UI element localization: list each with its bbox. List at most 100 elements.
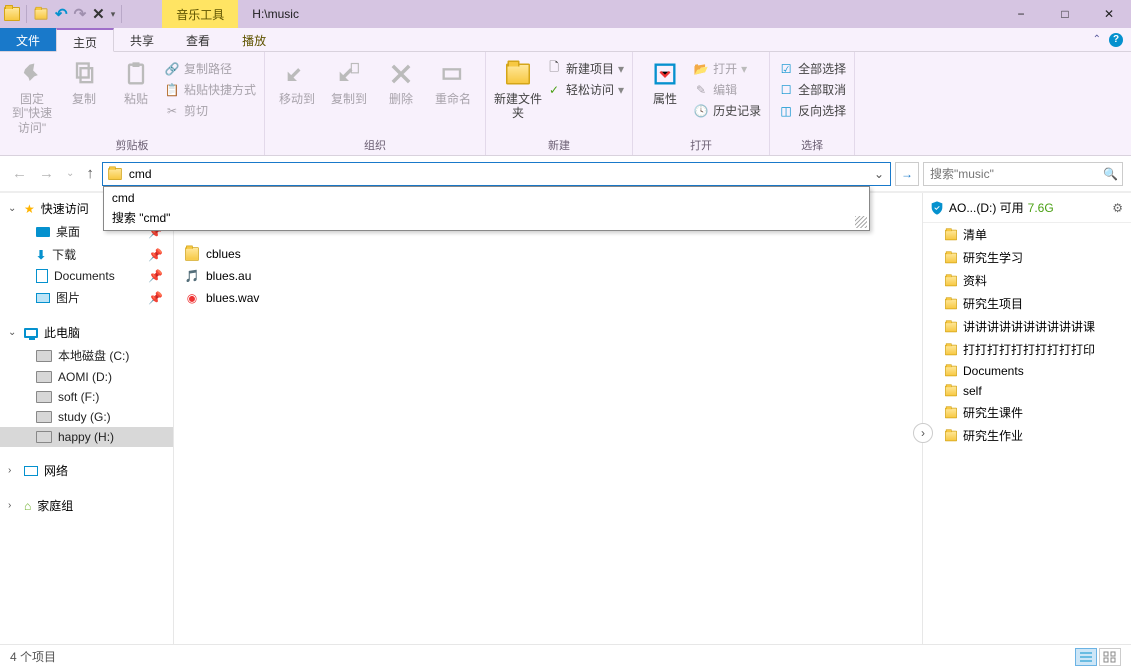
maximize-button[interactable]: □ xyxy=(1043,0,1087,28)
pane-folder-item[interactable]: self xyxy=(923,381,1131,401)
group-organize-label: 组织 xyxy=(273,137,477,155)
suggest-item[interactable]: 搜索 "cmd" xyxy=(104,207,869,228)
pin-to-quick-button[interactable]: 固定到"快速访问" xyxy=(8,58,56,135)
back-button[interactable]: ← xyxy=(8,165,31,182)
tab-view[interactable]: 查看 xyxy=(170,28,226,51)
tab-share[interactable]: 共享 xyxy=(114,28,170,51)
folder-icon xyxy=(945,298,957,309)
view-details-button[interactable] xyxy=(1075,648,1097,666)
file-item[interactable]: 🎵blues.au xyxy=(174,265,922,287)
invert-selection-button[interactable]: ◫反向选择 xyxy=(778,102,846,119)
properties-button[interactable]: 属性 xyxy=(641,58,689,106)
navigation-pane[interactable]: ⌄★快速访问 桌面📌 ⬇下载📌 Documents📌 图片📌 ⌄此电脑 本地磁盘… xyxy=(0,193,174,644)
select-all-button[interactable]: ☑全部选择 xyxy=(778,60,846,77)
qat-new-icon[interactable] xyxy=(35,8,48,19)
delete-button[interactable]: 删除 xyxy=(377,58,425,106)
redo-icon[interactable]: ↷ xyxy=(74,5,87,23)
group-select-label: 选择 xyxy=(778,137,846,155)
folder-icon xyxy=(945,366,957,377)
copy-button[interactable]: 复制 xyxy=(60,58,108,106)
nav-drive-f[interactable]: soft (F:) xyxy=(0,387,173,407)
address-dropdown-icon[interactable]: ⌄ xyxy=(868,167,890,181)
help-icon[interactable]: ? xyxy=(1109,33,1123,47)
close-button[interactable]: ✕ xyxy=(1087,0,1131,28)
audio-icon: 🎵 xyxy=(184,268,200,284)
pane-header-text: AO...(D:) 可用 xyxy=(949,199,1024,216)
folder-icon xyxy=(945,229,957,240)
suggest-item[interactable]: cmd xyxy=(104,189,869,207)
up-button[interactable]: ↑ xyxy=(82,165,98,182)
pane-folder-item[interactable]: 研究生学习 xyxy=(923,246,1131,269)
download-icon: ⬇ xyxy=(36,248,46,262)
file-item[interactable]: ◉blues.wav xyxy=(174,287,922,309)
undo-icon[interactable]: ↶ xyxy=(55,5,68,23)
resize-grip[interactable] xyxy=(855,216,867,228)
pane-folder-item[interactable]: 清单 xyxy=(923,223,1131,246)
search-input[interactable] xyxy=(928,166,1103,182)
search-box[interactable]: 🔍 xyxy=(923,162,1123,186)
copy-path-button[interactable]: 🔗复制路径 xyxy=(164,60,256,77)
history-button[interactable]: 🕓历史记录 xyxy=(693,102,761,119)
nav-documents[interactable]: Documents📌 xyxy=(0,266,173,286)
tab-file[interactable]: 文件 xyxy=(0,28,56,51)
select-none-button[interactable]: ☐全部取消 xyxy=(778,81,846,98)
recent-dropdown-icon[interactable]: ⌄ xyxy=(62,168,78,179)
copy-label: 复制 xyxy=(72,92,96,106)
info-pane: AO...(D:) 可用 7.6G ⚙ 清单 研究生学习 资料 研究生项目 讲讲… xyxy=(923,193,1131,644)
easy-access-button[interactable]: ✓轻松访问▾ xyxy=(546,81,624,98)
gear-icon[interactable]: ⚙ xyxy=(1112,201,1123,215)
nav-downloads[interactable]: ⬇下载📌 xyxy=(0,243,173,266)
nav-drive-g[interactable]: study (G:) xyxy=(0,407,173,427)
pane-folder-item[interactable]: Documents xyxy=(923,361,1131,381)
minimize-button[interactable]: − xyxy=(999,0,1043,28)
go-button[interactable]: → xyxy=(895,162,919,186)
open-button[interactable]: 📂打开▾ xyxy=(693,60,761,77)
pane-folder-item[interactable]: 研究生项目 xyxy=(923,292,1131,315)
file-list[interactable]: cblues 🎵blues.au ◉blues.wav xyxy=(174,193,923,644)
new-folder-button[interactable]: 新建文件夹 xyxy=(494,58,542,121)
tab-play[interactable]: 播放 xyxy=(226,28,282,51)
pane-folder-item[interactable]: 资料 xyxy=(923,269,1131,292)
search-icon[interactable]: 🔍 xyxy=(1103,167,1118,181)
delete-qat-icon[interactable]: ✕ xyxy=(92,5,105,23)
folder-icon xyxy=(945,407,957,418)
file-item[interactable]: cblues xyxy=(174,243,922,265)
pictures-icon xyxy=(36,293,50,303)
this-pc-header[interactable]: ⌄此电脑 xyxy=(0,321,173,344)
move-to-button[interactable]: 移动到 xyxy=(273,58,321,106)
address-input[interactable] xyxy=(127,163,868,185)
homegroup-header[interactable]: ›⌂家庭组 xyxy=(0,494,173,517)
nav-pictures[interactable]: 图片📌 xyxy=(0,286,173,309)
pane-folder-item[interactable]: 研究生作业 xyxy=(923,424,1131,447)
new-item-button[interactable]: 🗋新建项目▾ xyxy=(546,60,624,77)
forward-button[interactable]: → xyxy=(35,165,58,182)
nav-drive-h[interactable]: happy (H:) xyxy=(0,427,173,447)
nav-drive-d[interactable]: AOMI (D:) xyxy=(0,367,173,387)
group-new-label: 新建 xyxy=(494,137,624,155)
star-icon: ★ xyxy=(24,202,35,216)
copyto-label: 复制到 xyxy=(331,92,367,106)
address-bar[interactable]: ⌄ cmd 搜索 "cmd" xyxy=(102,162,891,186)
collapse-ribbon-icon[interactable]: ⌃ xyxy=(1093,34,1101,45)
cut-button[interactable]: ✂剪切 xyxy=(164,102,256,119)
paste-shortcut-button[interactable]: 📋粘贴快捷方式 xyxy=(164,81,256,98)
qat-dropdown-icon[interactable]: ▾ xyxy=(111,9,116,20)
pane-folder-item[interactable]: 打打打打打打打打打打印 xyxy=(923,338,1131,361)
pane-folder-item[interactable]: 讲讲讲讲讲讲讲讲讲讲课 xyxy=(923,315,1131,338)
edit-button[interactable]: ✎编辑 xyxy=(693,81,761,98)
collapse-pane-icon[interactable]: › xyxy=(913,423,933,443)
drive-icon xyxy=(36,350,52,362)
paste-button[interactable]: 粘贴 xyxy=(112,58,160,106)
group-clipboard-label: 剪贴板 xyxy=(8,137,256,155)
pane-folder-item[interactable]: 研究生课件 xyxy=(923,401,1131,424)
rename-button[interactable]: 重命名 xyxy=(429,58,477,106)
separator xyxy=(121,5,122,23)
drive-icon xyxy=(36,371,52,383)
tab-home[interactable]: 主页 xyxy=(56,28,114,52)
nav-drive-c[interactable]: 本地磁盘 (C:) xyxy=(0,344,173,367)
copy-to-button[interactable]: 复制到 xyxy=(325,58,373,106)
view-large-icons-button[interactable] xyxy=(1099,648,1121,666)
network-header[interactable]: ›网络 xyxy=(0,459,173,482)
address-suggest-popup: cmd 搜索 "cmd" xyxy=(103,186,870,231)
desktop-icon xyxy=(36,227,50,237)
